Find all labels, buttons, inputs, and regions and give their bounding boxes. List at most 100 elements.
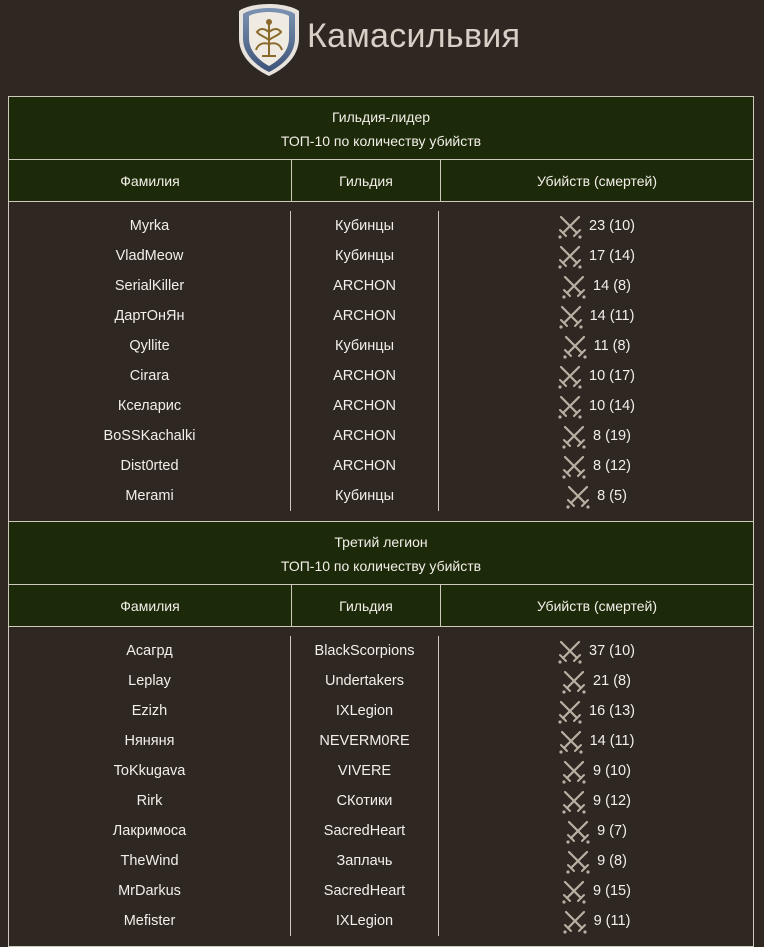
kills-deaths: 23 (10) xyxy=(439,211,753,241)
kills-deaths: 37 (10) xyxy=(439,636,753,666)
kills-value: 10 (14) xyxy=(589,398,635,414)
kills-value: 9 (10) xyxy=(593,763,631,779)
kamasylvia-shield-icon xyxy=(239,4,299,76)
table-column: Myrka VladMeow SerialKiller ДартОнЯн Qyllite… xyxy=(9,211,291,511)
kills-value: 11 (8) xyxy=(593,338,631,354)
player-name: Кселарис xyxy=(117,398,182,414)
guild-name: Кубинцы xyxy=(335,248,394,264)
guild-name: СКотики xyxy=(336,793,393,809)
table-body: Myrka VladMeow SerialKiller ДартОнЯн Qyllite… xyxy=(9,202,753,522)
kills-deaths: 17 (14) xyxy=(439,241,753,271)
guild-name: IXLegion xyxy=(335,703,394,719)
column-header-kills: Убийств (смертей) xyxy=(536,597,658,614)
player-name: Dist0rted xyxy=(120,458,179,474)
section-title: Третий легион xyxy=(334,534,428,550)
leaderboard: Гильдия-лидер ТОП-10 по количеству убийст… xyxy=(8,96,754,947)
kills-deaths: 16 (13) xyxy=(439,696,753,726)
kills-deaths: 8 (19) xyxy=(439,421,753,451)
guild-name: Заплачь xyxy=(336,853,393,869)
column-header-surname: Фамилия xyxy=(9,160,292,201)
kills-deaths: 9 (8) xyxy=(439,846,753,876)
kills-value: 14 (11) xyxy=(589,308,635,324)
kills-value: 23 (10) xyxy=(589,218,635,234)
player-name: TheWind xyxy=(120,853,179,869)
crossed-swords-icon xyxy=(566,820,590,844)
crossed-swords-icon xyxy=(558,640,582,664)
kills-value: 14 (8) xyxy=(593,278,631,294)
crossed-swords-icon xyxy=(562,335,587,359)
crossed-swords-icon xyxy=(562,910,587,934)
kills-deaths: 9 (12) xyxy=(439,786,753,816)
player-name: MrDarkus xyxy=(118,883,181,899)
kills-value: 16 (13) xyxy=(589,703,635,719)
kills-value: 9 (7) xyxy=(597,823,627,839)
guild-name: BlackScorpions xyxy=(314,643,415,659)
kills-deaths: 10 (14) xyxy=(439,391,753,421)
guild-name: ARCHON xyxy=(333,278,396,294)
player-name: ДартОнЯн xyxy=(114,308,185,324)
kills-deaths: 21 (8) xyxy=(439,666,753,696)
guild-name: SacredHeart xyxy=(323,883,406,899)
player-name: SerialKiller xyxy=(114,278,185,294)
kills-value: 9 (12) xyxy=(593,793,631,809)
player-name: ToKkugava xyxy=(113,763,186,779)
column-header-guild: Гильдия xyxy=(292,585,441,626)
kills-value: 17 (14) xyxy=(589,248,635,264)
crossed-swords-icon xyxy=(562,790,586,814)
crossed-swords-icon xyxy=(562,425,586,449)
kills-deaths: 14 (8) xyxy=(439,271,753,301)
section-header: Гильдия-лидер ТОП-10 по количеству убийст… xyxy=(9,97,753,160)
player-name: BoSSKachalki xyxy=(103,428,196,444)
guild-name: Кубинцы xyxy=(335,338,394,354)
guild-name: SacredHeart xyxy=(323,823,406,839)
kills-value: 14 (11) xyxy=(589,733,635,749)
kills-deaths: 14 (11) xyxy=(439,301,753,331)
crossed-swords-icon xyxy=(566,485,590,509)
player-name: Cirara xyxy=(129,368,170,384)
player-name: Merami xyxy=(125,488,174,504)
kills-deaths: 10 (17) xyxy=(439,361,753,391)
guild-name: ARCHON xyxy=(333,458,396,474)
column-headers: Фамилия Гильдия Убийств (смертей) xyxy=(9,585,753,627)
kills-value: 8 (5) xyxy=(597,488,627,504)
crossed-swords-icon xyxy=(558,215,582,239)
player-name: VladMeow xyxy=(115,248,184,264)
page-header: Камасильвия xyxy=(0,0,764,90)
column-header-surname: Фамилия xyxy=(9,585,292,626)
table-column: Кубинцы Кубинцы ARCHON ARCHON Кубинцы ARCHON A… xyxy=(291,211,439,511)
guild-name: ARCHON xyxy=(333,398,396,414)
crossed-swords-icon xyxy=(558,730,583,754)
column-headers: Фамилия Гильдия Убийств (смертей) xyxy=(9,160,753,202)
crossed-swords-icon xyxy=(562,880,586,904)
guild-name: Undertakers xyxy=(325,673,404,689)
kills-deaths: 9 (15) xyxy=(439,876,753,906)
column-header-guild: Гильдия xyxy=(292,160,441,201)
column-header-kills: Убийств (смертей) xyxy=(536,172,658,189)
table-body: Асагрд Leplay Ezizh Няняня ToKkugava Rirk Лакр… xyxy=(9,627,753,947)
table-column: 37 (10) 21 (8) 16 (13) 14 (11) 9 (10) 9 (12) 9… xyxy=(439,636,753,936)
section-header: Третий легион ТОП-10 по количеству убийст… xyxy=(9,522,753,585)
section-title: Гильдия-лидер xyxy=(331,109,431,125)
player-name: Qyllite xyxy=(129,338,170,354)
kills-deaths: 9 (7) xyxy=(439,816,753,846)
crossed-swords-icon xyxy=(562,275,586,299)
crossed-swords-icon xyxy=(562,455,586,479)
guild-name: Кубинцы xyxy=(335,488,394,504)
crossed-swords-icon xyxy=(562,670,586,694)
crossed-swords-icon xyxy=(558,245,582,269)
kills-value: 9 (8) xyxy=(597,853,627,869)
kills-deaths: 9 (10) xyxy=(439,756,753,786)
kills-deaths: 8 (12) xyxy=(439,451,753,481)
player-name: Rirk xyxy=(136,793,163,809)
kills-deaths: 8 (5) xyxy=(439,481,753,511)
guild-name: ARCHON xyxy=(333,428,396,444)
crossed-swords-icon xyxy=(558,305,583,329)
kills-value: 9 (11) xyxy=(593,913,631,929)
crossed-swords-icon xyxy=(558,395,582,419)
kills-value: 9 (15) xyxy=(593,883,631,899)
page-title: Камасильвия xyxy=(307,17,521,55)
player-name: Лакримоса xyxy=(112,823,187,839)
player-name: Myrka xyxy=(129,218,170,234)
player-name: Leplay xyxy=(128,673,171,689)
crossed-swords-icon xyxy=(566,850,590,874)
